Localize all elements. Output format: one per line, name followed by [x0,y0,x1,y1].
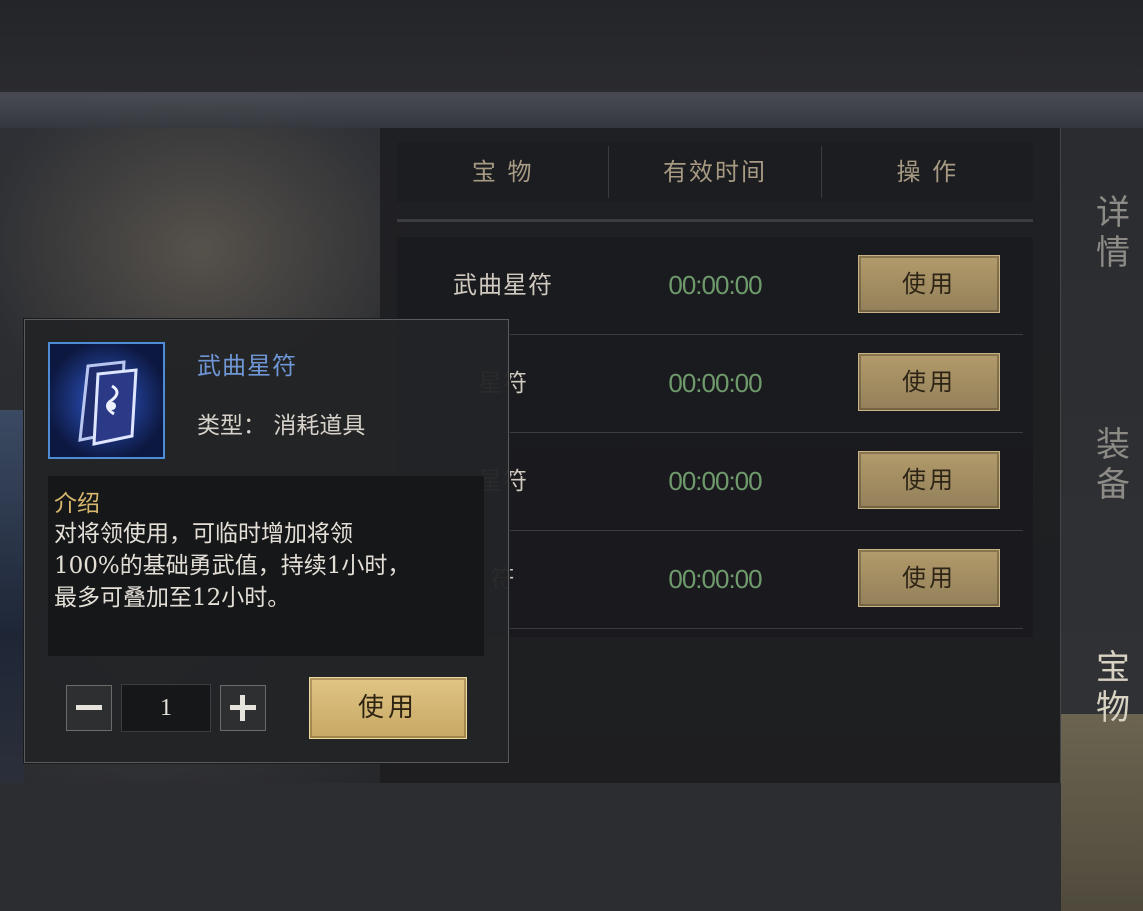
quantity-input[interactable]: 1 [121,684,211,732]
item-time: 00:00:00 [668,270,762,300]
side-nav: 详情 装备 宝物 [1060,128,1143,911]
item-time: 00:00:00 [668,466,762,496]
type-label: 类型： [197,413,266,439]
table-header: 宝 物 有效时间 操 作 [397,142,1033,202]
decrease-quantity-button[interactable] [66,685,112,731]
use-button[interactable]: 使用 [858,549,1000,607]
star-talisman-icon [48,342,165,459]
header-valid-time: 有效时间 [609,146,822,198]
tooltip-item-type: 类型： 消耗道具 [197,406,365,440]
item-time: 00:00:00 [668,368,762,398]
description-text: 对将领使用，可临时增加将领 100%的基础勇武值，持续1小时， 最多可叠加至12… [54,518,474,614]
character-portrait-edge [0,410,24,783]
tab-equipment[interactable]: 装备 [1093,425,1133,505]
use-button[interactable]: 使用 [858,255,1000,313]
header-action: 操 作 [896,158,959,186]
item-tooltip: 武曲星符 类型： 消耗道具 介绍 对将领使用，可临时增加将领 100%的基础勇武… [24,319,509,763]
description-title: 介绍 [54,491,100,517]
tab-treasure[interactable]: 宝物 [1093,648,1133,728]
description-line: 最多可叠加至12小时。 [54,585,291,611]
tooltip-item-name: 武曲星符 [197,352,297,380]
top-bar [0,0,1143,92]
header-treasure: 宝 物 [397,146,610,198]
use-button[interactable]: 使用 [858,451,1000,509]
side-nav-active-bg [1061,714,1143,911]
header-band [0,92,1143,128]
increase-quantity-button[interactable] [220,685,266,731]
type-value: 消耗道具 [273,413,366,439]
description-line: 100%的基础勇武值，持续1小时， [54,553,411,579]
description-line: 对将领使用，可临时增加将领 [54,521,353,547]
description-box: 介绍 对将领使用，可临时增加将领 100%的基础勇武值，持续1小时， 最多可叠加… [48,476,484,656]
header-divider [397,219,1033,222]
item-time: 00:00:00 [668,564,762,594]
tab-details[interactable]: 详情 [1093,193,1133,273]
use-button[interactable]: 使用 [858,353,1000,411]
tooltip-use-button[interactable]: 使用 [309,677,467,739]
minus-icon [76,705,102,710]
